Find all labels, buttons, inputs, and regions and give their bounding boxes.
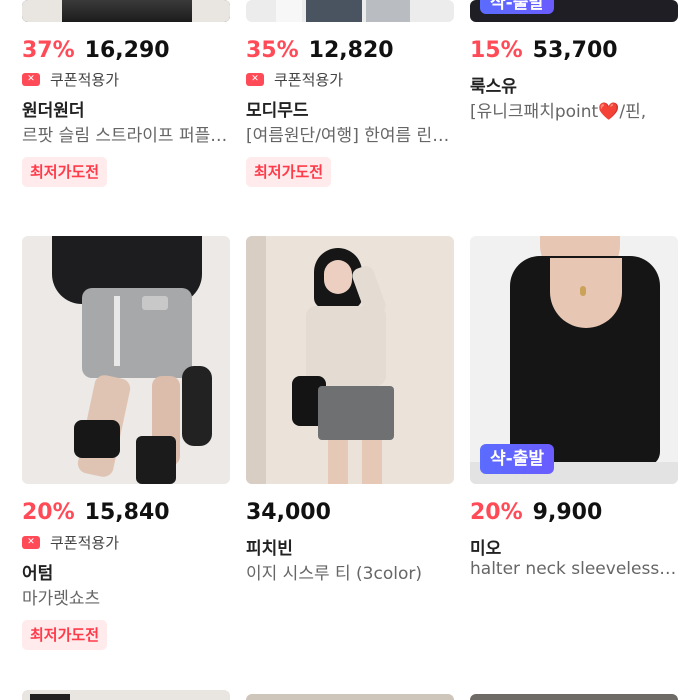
product-image[interactable] bbox=[22, 236, 230, 484]
product-image[interactable] bbox=[246, 236, 454, 484]
price-row: 20% 9,900 bbox=[470, 500, 602, 525]
price-row: 34,000 bbox=[246, 500, 331, 525]
product-image[interactable] bbox=[246, 694, 454, 700]
coupon-label: ✕ 쿠폰적용가 bbox=[22, 532, 119, 552]
product-card[interactable]: 34,000 피치빈 이지 시스루 티 (3color) bbox=[246, 500, 454, 600]
discount-rate: 20% bbox=[22, 500, 75, 525]
brand-name[interactable]: 룩스유 bbox=[470, 72, 517, 97]
lowest-price-badge: 최저가도전 bbox=[246, 157, 332, 187]
coupon-label: ✕ 쿠폰적용가 bbox=[246, 69, 343, 89]
lowest-price-badge: 최저가도전 bbox=[22, 157, 108, 187]
lowest-price-badge: 최저가도전 bbox=[22, 620, 108, 650]
product-name[interactable]: 이지 시스루 티 (3color) bbox=[246, 559, 454, 584]
product-card[interactable]: 15% 53,700 룩스유 [유니크패치point❤️/핀, bbox=[470, 0, 678, 200]
brand-name[interactable]: 어텀 bbox=[22, 559, 53, 584]
product-image[interactable] bbox=[470, 694, 678, 700]
price: 34,000 bbox=[246, 500, 331, 525]
price-row: 15% 53,700 bbox=[470, 38, 618, 63]
product-card[interactable]: 37% 16,290 ✕쿠폰적용가 원더원더 르팟 슬림 스트라이프 퍼플 롱슬리… bbox=[22, 0, 230, 200]
product-name[interactable]: 마가렛쇼츠 bbox=[22, 584, 230, 609]
price: 12,820 bbox=[308, 38, 394, 63]
price: 15,840 bbox=[84, 500, 170, 525]
brand-name[interactable]: 피치빈 bbox=[246, 534, 293, 559]
discount-rate: 37% bbox=[22, 38, 75, 63]
product-image[interactable] bbox=[22, 690, 230, 700]
product-image[interactable]: 샥-출발 bbox=[470, 236, 678, 484]
product-card[interactable]: 20% 15,840 ✕ 쿠폰적용가 어텀 마가렛쇼츠 최저가도전 bbox=[22, 500, 230, 660]
product-name[interactable]: 르팟 슬림 스트라이프 퍼플 롱슬리브 bbox=[22, 121, 230, 146]
discount-rate: 15% bbox=[470, 38, 523, 63]
brand-name[interactable]: 모디무드 bbox=[246, 96, 309, 121]
price: 53,700 bbox=[532, 38, 618, 63]
discount-rate: 20% bbox=[470, 500, 523, 525]
price-row: 35% 12,820 bbox=[246, 38, 394, 63]
shipping-badge: 샥-출발 bbox=[480, 444, 554, 474]
coupon-icon: ✕ bbox=[22, 72, 40, 86]
coupon-icon: ✕ bbox=[246, 72, 264, 86]
price: 9,900 bbox=[532, 500, 603, 525]
product-card[interactable]: 35% 12,820 ✕쿠폰적용가 모디무드 [여름원단/여행] 한여름 린넨 셔… bbox=[246, 0, 454, 200]
brand-name[interactable]: 미오 bbox=[470, 534, 501, 559]
product-name[interactable]: [여름원단/여행] 한여름 린넨 셔츠 bbox=[246, 121, 454, 146]
price-row: 20% 15,840 bbox=[22, 500, 170, 525]
coupon-icon: ✕ bbox=[22, 535, 40, 549]
brand-name[interactable]: 원더원더 bbox=[22, 96, 85, 121]
price-row: 37% 16,290 bbox=[22, 38, 170, 63]
product-card[interactable]: 20% 9,900 미오 halter neck sleeveless top bbox=[470, 500, 678, 600]
product-name[interactable]: halter neck sleeveless top bbox=[470, 559, 678, 579]
price: 16,290 bbox=[84, 38, 170, 63]
product-name[interactable]: [유니크패치point❤️/핀, bbox=[470, 97, 678, 122]
coupon-label: ✕ 쿠폰적용가 bbox=[22, 69, 119, 89]
discount-rate: 35% bbox=[246, 38, 299, 63]
